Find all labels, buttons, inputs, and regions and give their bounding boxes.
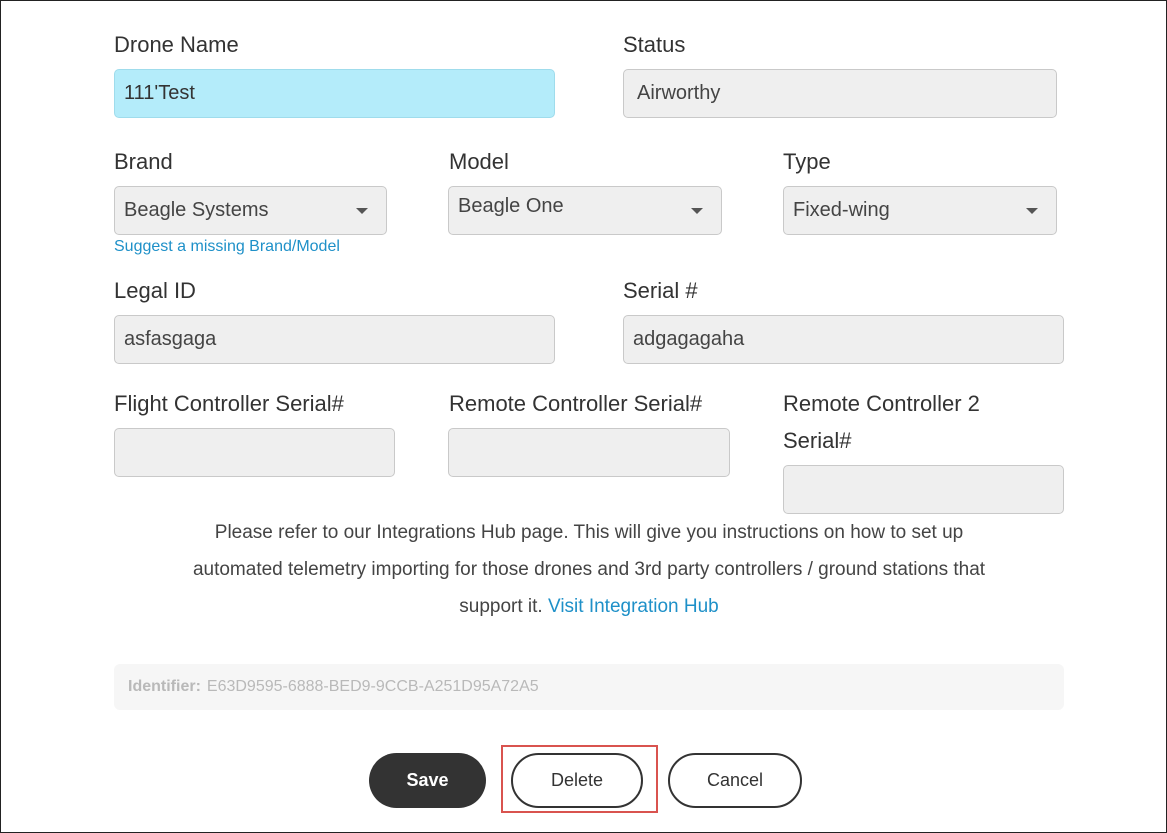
identifier-bar: Identifier: E63D9595-6888-BED9-9CCB-A251… — [114, 664, 1064, 710]
chevron-down-icon — [691, 207, 703, 214]
suggest-brand-model-link[interactable]: Suggest a missing Brand/Model — [114, 238, 340, 256]
model-select-value: Beagle One — [458, 195, 564, 217]
drone-name-label: Drone Name — [114, 32, 239, 57]
integration-info-text: support it. — [459, 596, 543, 617]
cancel-button[interactable]: Cancel — [668, 753, 802, 808]
remote-controller-serial-label: Remote Controller Serial# — [449, 391, 703, 416]
brand-select-value: Beagle Systems — [124, 199, 269, 221]
chevron-down-icon — [356, 207, 368, 214]
flight-controller-serial-label: Flight Controller Serial# — [114, 391, 344, 416]
brand-select[interactable]: Beagle Systems — [114, 186, 387, 235]
save-button[interactable]: Save — [369, 753, 486, 808]
flight-controller-serial-input[interactable] — [114, 428, 395, 477]
remote-controller-2-serial-label-line1: Remote Controller 2 — [783, 391, 980, 416]
type-select[interactable]: Fixed-wing — [783, 186, 1057, 235]
integration-info-line2: automated telemetry importing for those … — [192, 559, 986, 580]
remote-controller-2-serial-label-line2: Serial# — [783, 428, 852, 453]
brand-label: Brand — [114, 149, 173, 174]
model-select[interactable]: Beagle One — [448, 186, 722, 235]
remote-controller-2-serial-input[interactable] — [783, 465, 1064, 514]
status-field[interactable]: Airworthy — [623, 69, 1057, 118]
type-select-value: Fixed-wing — [793, 199, 890, 221]
integration-info-line1: Please refer to our Integrations Hub pag… — [214, 522, 964, 543]
status-label: Status — [623, 32, 686, 57]
identifier-label: Identifier: — [128, 678, 201, 695]
identifier-value: E63D9595-6888-BED9-9CCB-A251D95A72A5 — [206, 678, 539, 695]
integration-info-line3: support it. Visit Integration Hub — [114, 588, 1064, 625]
legal-id-label: Legal ID — [114, 278, 196, 303]
remote-controller-serial-input[interactable] — [448, 428, 730, 477]
chevron-down-icon — [1026, 207, 1038, 214]
delete-button[interactable]: Delete — [511, 753, 643, 808]
drone-name-input[interactable]: 111'Test — [114, 69, 555, 118]
serial-label: Serial # — [623, 278, 698, 303]
type-label: Type — [783, 149, 831, 174]
model-label: Model — [449, 149, 509, 174]
serial-input[interactable]: adgagagaha — [623, 315, 1064, 364]
legal-id-input[interactable]: asfasgaga — [114, 315, 555, 364]
visit-integration-hub-link[interactable]: Visit Integration Hub — [548, 596, 719, 617]
